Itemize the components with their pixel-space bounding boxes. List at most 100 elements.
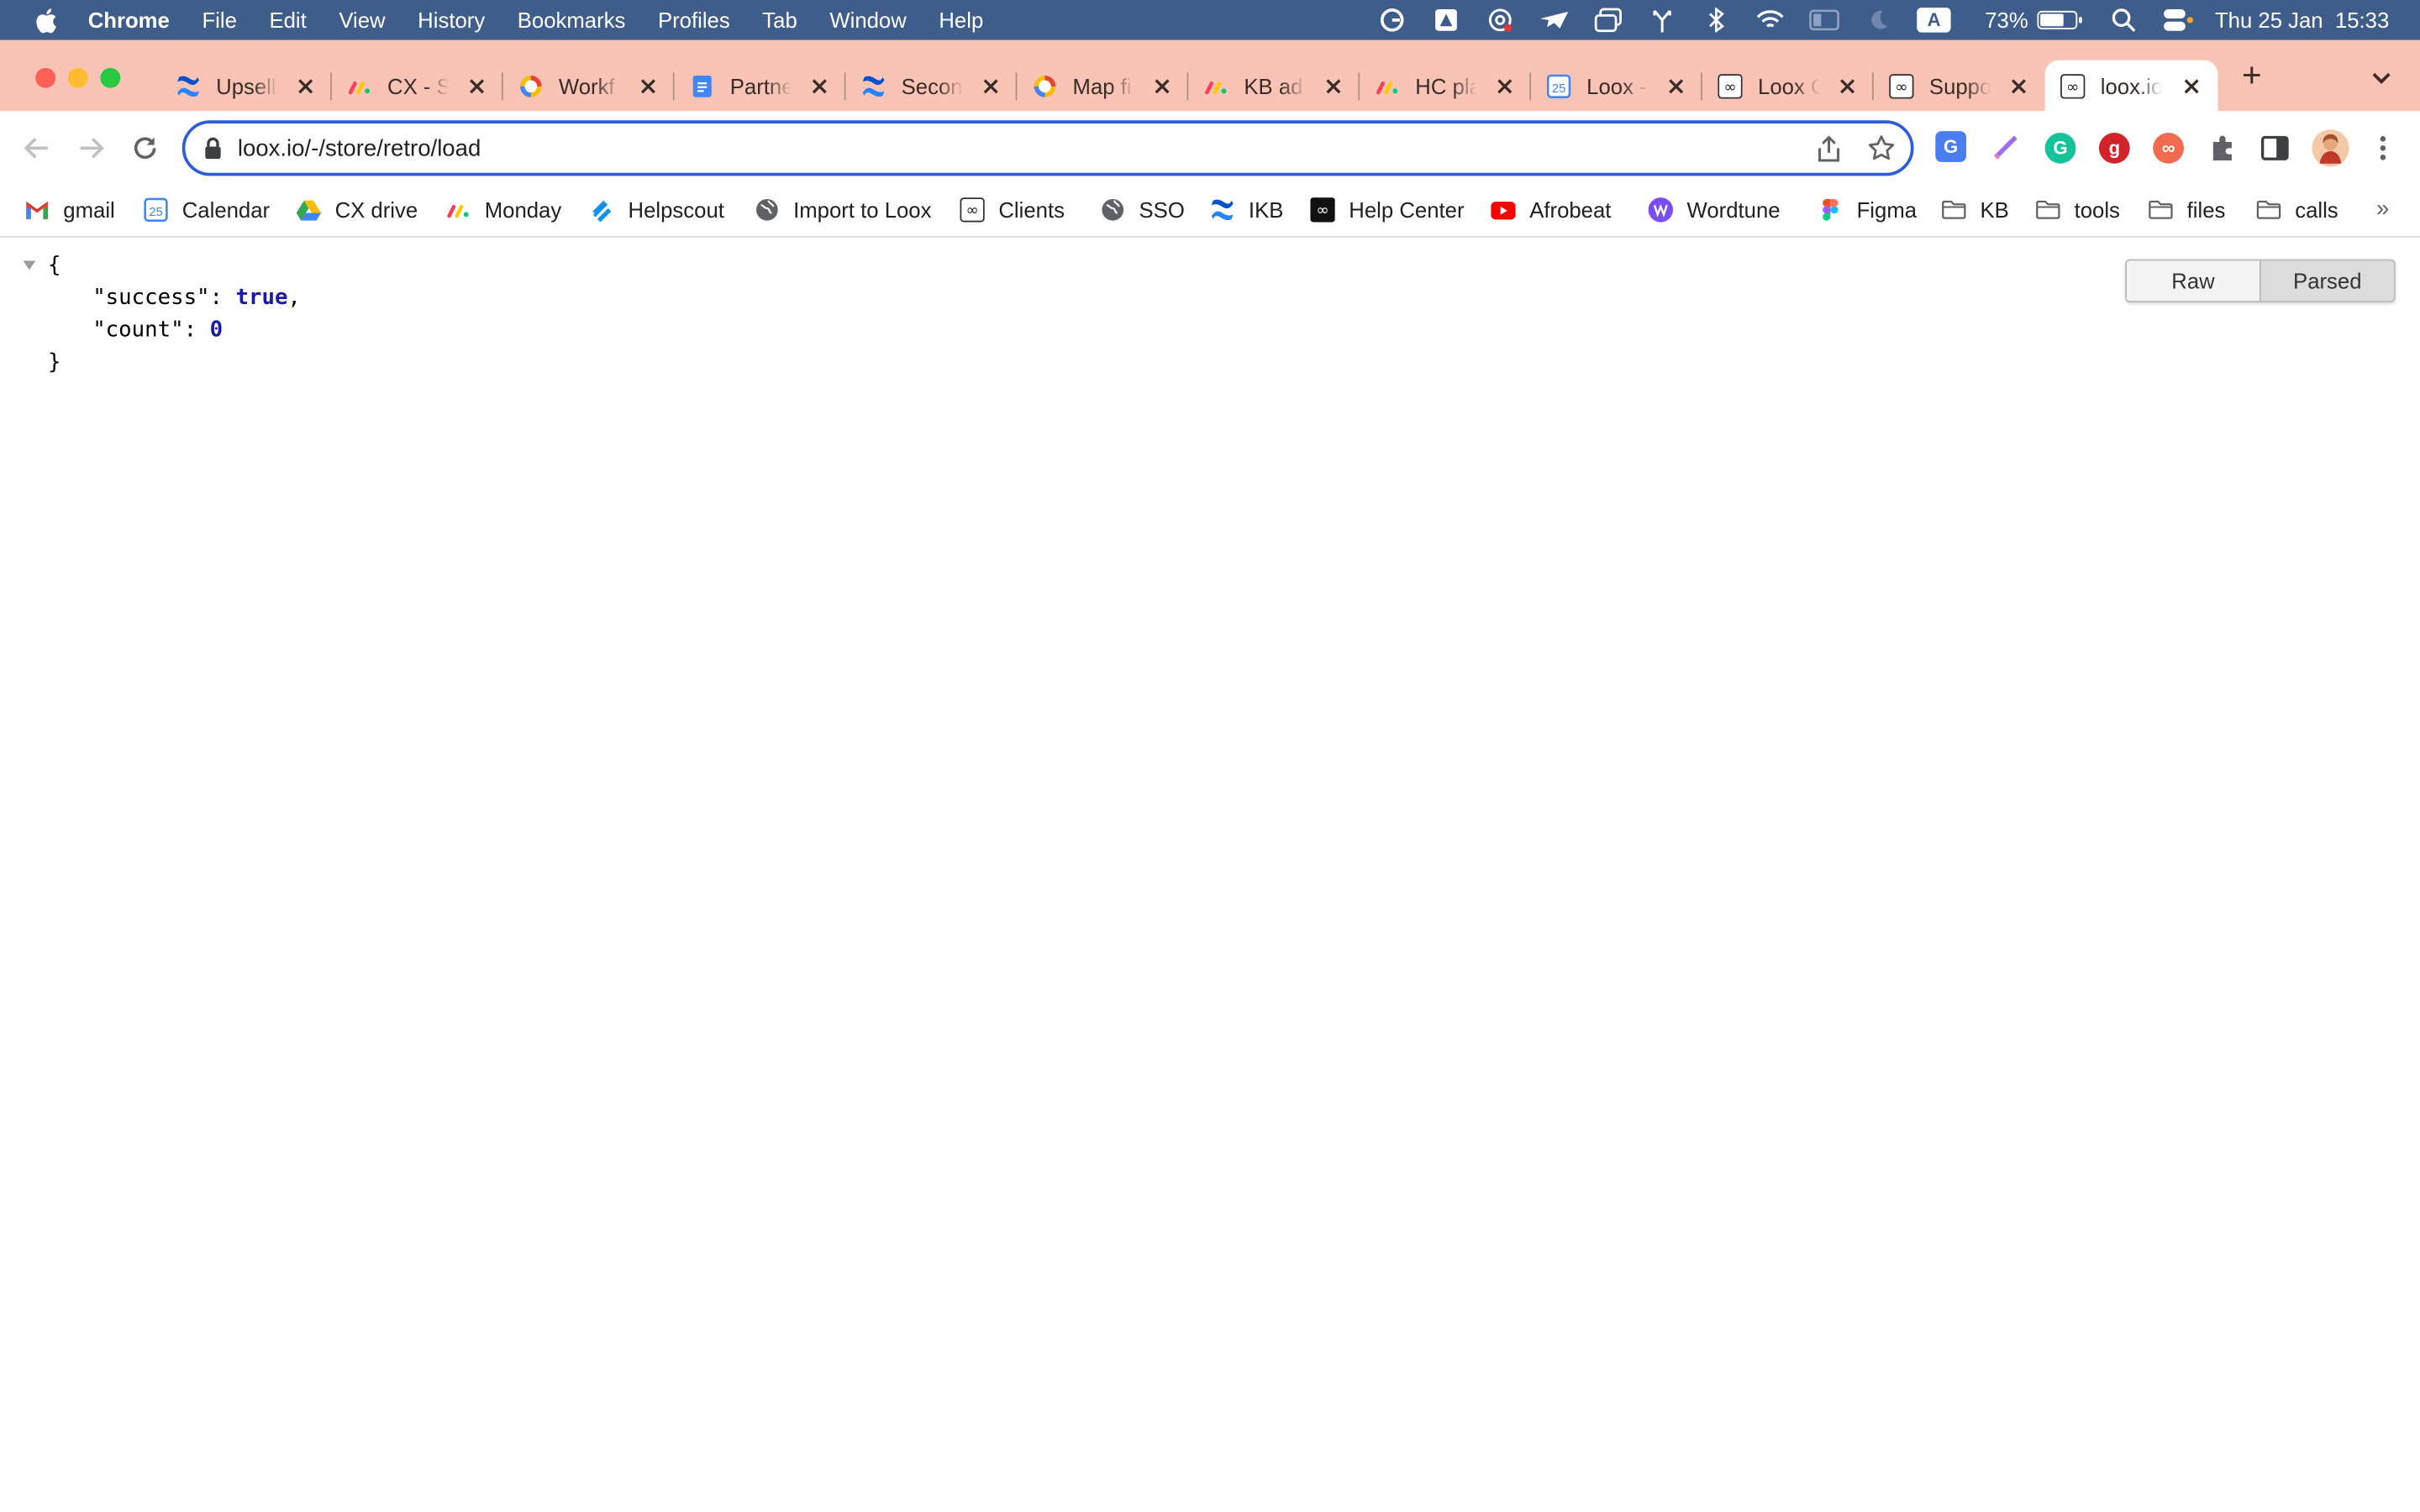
tab-11[interactable]: ∞ Suppo <box>1874 60 2045 113</box>
clock[interactable]: Thu 25 Jan 15:33 <box>2215 8 2389 32</box>
control-center-icon[interactable] <box>2162 8 2194 32</box>
bookmark-helpscout[interactable]: Helpscout <box>590 194 724 225</box>
airplane-icon[interactable] <box>1539 8 1570 32</box>
forward-arrow-icon[interactable] <box>74 131 108 165</box>
close-tab-icon[interactable] <box>2008 76 2030 97</box>
menu-edit[interactable]: Edit <box>269 8 306 32</box>
tab-9[interactable]: 25 Loox - <box>1531 60 1702 113</box>
loox-ext-icon[interactable]: ∞ <box>2153 132 2184 164</box>
apple-icon[interactable] <box>33 6 57 34</box>
new-tab-button[interactable]: + <box>2238 58 2265 92</box>
menu-help[interactable]: Help <box>939 8 983 32</box>
display-icon[interactable] <box>1809 8 1840 32</box>
tab-search-chevron-icon[interactable] <box>2370 68 2392 90</box>
menu-bookmarks[interactable]: Bookmarks <box>518 8 626 32</box>
bookmark-star-icon[interactable] <box>1867 134 1895 162</box>
raw-button[interactable]: Raw <box>2127 260 2260 302</box>
profile-avatar[interactable] <box>2312 129 2349 167</box>
bookmark-figma[interactable]: Figma <box>1818 194 1917 225</box>
address-bar[interactable]: loox.io/-/store/retro/load <box>182 120 1914 176</box>
side-panel-icon[interactable] <box>2260 133 2291 164</box>
google-translate-icon[interactable]: G <box>1935 131 1966 162</box>
fork-icon[interactable] <box>1647 8 1678 33</box>
menu-view[interactable]: View <box>339 8 385 32</box>
tab-6[interactable]: Map fi <box>1017 60 1189 113</box>
search-icon[interactable] <box>2108 8 2139 32</box>
drive-sync-icon[interactable] <box>1431 8 1462 32</box>
close-tab-icon[interactable] <box>808 76 830 97</box>
tab-title: KB ad <box>1244 74 1303 99</box>
battery-icon[interactable] <box>2037 10 2082 29</box>
monday-icon <box>1204 74 1228 98</box>
bookmark-import-to-loox[interactable]: Import to Loox <box>755 194 931 225</box>
url-text[interactable]: loox.io/-/store/retro/load <box>238 136 481 162</box>
tab-8[interactable]: HC pla <box>1360 60 1532 113</box>
menu-history[interactable]: History <box>418 8 485 32</box>
close-tab-icon[interactable] <box>1151 76 1173 97</box>
kebab-menu-icon[interactable] <box>2368 133 2399 164</box>
menu-profiles[interactable]: Profiles <box>658 8 730 32</box>
tab-2[interactable]: CX - S <box>332 60 503 113</box>
bookmark-kb[interactable]: KB <box>1942 194 2009 225</box>
close-tab-icon[interactable] <box>1665 76 1687 97</box>
tab-7[interactable]: KB ad <box>1188 60 1360 113</box>
bookmark-afrobeat[interactable]: Afrobeat <box>1491 194 1611 225</box>
tab-3[interactable]: Workf <box>503 60 675 113</box>
close-tab-icon[interactable] <box>1323 76 1344 97</box>
lock-icon[interactable] <box>203 137 225 161</box>
close-tab-icon[interactable] <box>980 76 1002 97</box>
fullscreen-window-button[interactable] <box>100 67 121 88</box>
wifi-icon[interactable] <box>1755 8 1786 32</box>
bookmark-tools[interactable]: tools <box>2036 194 2120 225</box>
menu-tab[interactable]: Tab <box>762 8 797 32</box>
keyboard-input-icon[interactable]: A <box>1917 8 1951 33</box>
bookmarks-overflow-button[interactable]: » <box>2376 196 2389 222</box>
pen-icon[interactable] <box>1991 131 2022 162</box>
puzzle-icon[interactable] <box>2207 133 2238 164</box>
tab-12[interactable]: ∞ loox.io <box>2044 60 2218 113</box>
at-sign-icon[interactable] <box>1485 8 1516 32</box>
bluetooth-icon[interactable] <box>1701 8 1732 33</box>
bookmark-wordtune[interactable]: Wordtune <box>1648 194 1781 225</box>
back-arrow-icon[interactable] <box>20 131 54 165</box>
menu-app-name[interactable]: Chrome <box>88 8 170 32</box>
tab-1[interactable]: Upsell <box>160 60 332 113</box>
close-tab-icon[interactable] <box>1494 76 1516 97</box>
input-source-label: A <box>1917 8 1951 33</box>
bookmark-gmail[interactable]: gmail <box>24 194 115 225</box>
grammarly-icon[interactable] <box>1377 8 1408 32</box>
bookmark-files[interactable]: files <box>2149 194 2225 225</box>
gmass-icon[interactable]: g <box>2098 132 2130 164</box>
reload-icon[interactable] <box>128 131 161 165</box>
bookmark-help-center[interactable]: ∞ Help Center <box>1310 194 1465 225</box>
menu-window[interactable]: Window <box>829 8 906 32</box>
close-tab-icon[interactable] <box>466 76 488 97</box>
share-icon[interactable] <box>1815 135 1843 164</box>
close-tab-icon[interactable] <box>295 76 317 97</box>
close-window-button[interactable] <box>35 67 56 88</box>
tab-title: Workf <box>558 74 615 99</box>
bookmark-monday[interactable]: Monday <box>446 194 561 225</box>
tab-title: Partne <box>729 74 792 99</box>
bookmark-clients[interactable]: ∞ Clients <box>960 194 1065 225</box>
parsed-button[interactable]: Parsed <box>2259 260 2394 302</box>
bookmark-ikb[interactable]: IKB <box>1210 194 1283 225</box>
tab-10[interactable]: ∞ Loox C <box>1702 60 1874 113</box>
minimize-window-button[interactable] <box>67 67 88 88</box>
close-tab-icon[interactable] <box>2181 76 2202 97</box>
tab-4[interactable]: Partne <box>675 60 846 113</box>
close-tab-icon[interactable] <box>1837 76 1859 97</box>
tab-5[interactable]: Secon <box>846 60 1018 113</box>
menu-file[interactable]: File <box>202 8 236 32</box>
bookmark-label: Afrobeat <box>1529 197 1612 223</box>
bookmark-calendar[interactable]: 25 Calendar <box>144 194 270 225</box>
grammarly-ext-icon[interactable]: G <box>2044 132 2076 164</box>
bookmark-sso[interactable]: SSO <box>1101 194 1185 225</box>
bookmark-cx-drive[interactable]: CX drive <box>296 194 418 225</box>
svg-text:∞: ∞ <box>1723 78 1736 96</box>
close-tab-icon[interactable] <box>638 76 660 97</box>
bookmark-calls[interactable]: calls <box>2256 194 2338 225</box>
screens-icon[interactable] <box>1593 8 1624 33</box>
bookmark-label: tools <box>2074 197 2120 223</box>
moon-icon[interactable] <box>1863 8 1894 32</box>
